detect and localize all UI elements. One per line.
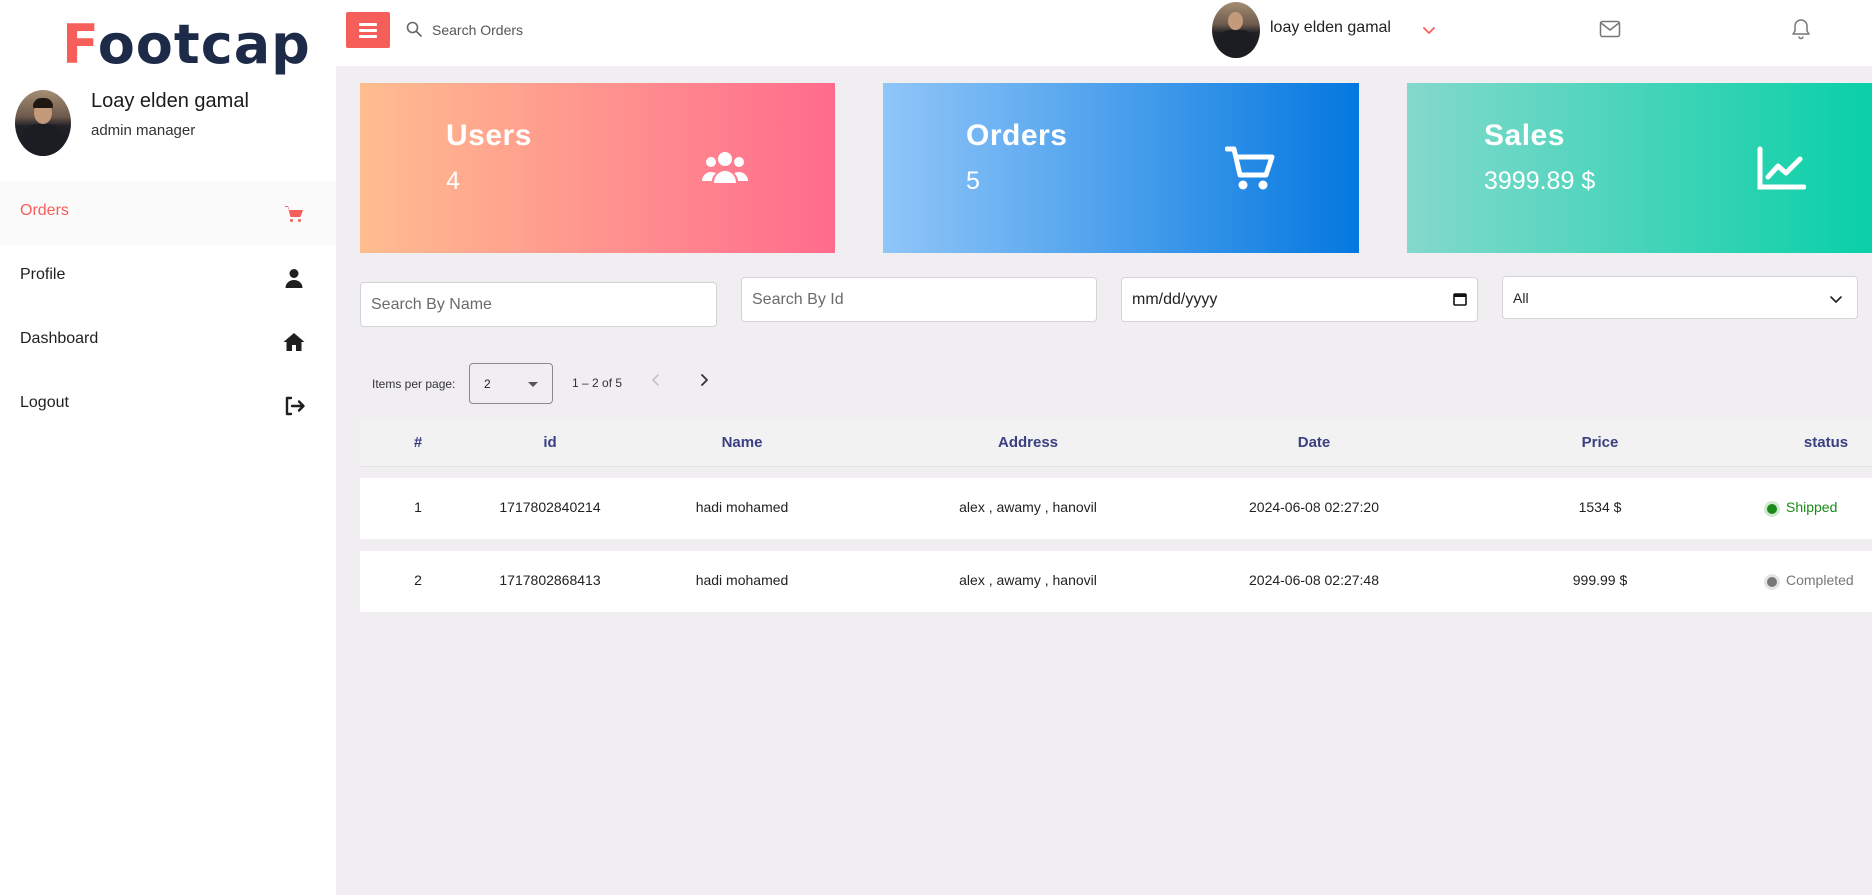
user-icon	[285, 269, 303, 288]
search-icon	[406, 21, 422, 37]
sidebar-nav: Orders Profile Dashboard Logout	[0, 182, 336, 438]
cell-address: alex , awamy , hanovil	[959, 499, 1097, 515]
brand-logo[interactable]: Footcap	[62, 14, 311, 76]
calendar-icon[interactable]	[1453, 292, 1467, 306]
cell-number: 1	[414, 499, 422, 515]
sidebar: Footcap Loay elden gamal admin manager O…	[0, 0, 336, 895]
dropdown-arrow-icon	[528, 382, 538, 387]
status-filter-value: All	[1513, 290, 1529, 306]
orders-table-header: # id Name Address Date Price status	[360, 419, 1872, 467]
sidebar-item-profile[interactable]: Profile	[0, 246, 336, 310]
logo-rest: ootcap	[97, 13, 311, 76]
avatar	[15, 90, 71, 156]
items-per-page-label: Items per page:	[372, 377, 456, 391]
column-header-status[interactable]: status	[1804, 434, 1848, 451]
page-size-value: 2	[484, 377, 491, 391]
sidebar-item-label: Profile	[20, 266, 66, 283]
sidebar-item-label: Dashboard	[20, 330, 99, 347]
cart-icon	[1225, 146, 1275, 190]
column-header-number[interactable]: #	[414, 434, 422, 451]
logo-first-letter: F	[62, 13, 98, 76]
column-header-price[interactable]: Price	[1582, 434, 1619, 451]
status-badge: Shipped	[1786, 499, 1838, 515]
date-placeholder: mm/dd/yyyy	[1132, 291, 1218, 308]
cell-address: alex , awamy , hanovil	[959, 572, 1097, 588]
table-row[interactable]: 1 1717802840214 hadi mohamed alex , awam…	[360, 478, 1872, 539]
cell-number: 2	[414, 572, 422, 588]
chart-line-icon	[1757, 146, 1806, 190]
column-header-id[interactable]: id	[543, 434, 556, 451]
chevron-down-icon[interactable]	[1421, 22, 1437, 38]
page-size-select[interactable]: 2	[469, 363, 553, 404]
cell-price: 1534 $	[1578, 499, 1622, 515]
chevron-down-icon	[1830, 296, 1842, 303]
cell-date: 2024-06-08 02:27:48	[1249, 572, 1379, 588]
users-icon	[702, 152, 748, 183]
sidebar-item-logout[interactable]: Logout	[0, 374, 336, 438]
stat-value: 4	[446, 167, 460, 195]
stat-value: 3999.89 $	[1484, 167, 1596, 195]
user-menu-name[interactable]: loay elden gamal	[1270, 19, 1391, 37]
cell-name: hadi mohamed	[695, 499, 789, 515]
cell-id: 1717802868413	[499, 572, 601, 588]
date-filter-input[interactable]: mm/dd/yyyy	[1121, 277, 1478, 322]
cell-date: 2024-06-08 02:27:20	[1249, 499, 1379, 515]
status-dot	[1767, 504, 1777, 514]
home-icon	[283, 333, 305, 351]
status-badge: Completed	[1786, 572, 1854, 588]
stat-card-users: Users 4	[360, 83, 835, 253]
mail-icon[interactable]	[1599, 20, 1621, 38]
profile-name: Loay elden gamal	[91, 90, 249, 112]
stat-title: Sales	[1484, 119, 1565, 152]
column-header-date[interactable]: Date	[1298, 434, 1331, 451]
cell-id: 1717802840214	[499, 499, 601, 515]
stat-title: Orders	[966, 119, 1068, 152]
stat-card-orders: Orders 5	[883, 83, 1359, 253]
search-by-id-input[interactable]	[741, 277, 1097, 322]
next-page-button[interactable]	[696, 372, 712, 388]
profile-role: admin manager	[91, 122, 196, 139]
menu-toggle-button[interactable]	[346, 12, 390, 48]
previous-page-button[interactable]	[648, 372, 664, 388]
stat-card-sales: Sales 3999.89 $	[1407, 83, 1872, 253]
table-row[interactable]: 2 1717802868413 hadi mohamed alex , awam…	[360, 551, 1872, 612]
sidebar-item-label: Logout	[20, 394, 69, 411]
sidebar-item-dashboard[interactable]: Dashboard	[0, 310, 336, 374]
avatar[interactable]	[1212, 2, 1260, 58]
profile-card: Loay elden gamal admin manager	[15, 90, 315, 160]
sidebar-item-orders[interactable]: Orders	[0, 182, 336, 246]
logout-icon	[285, 396, 305, 416]
page-range-label: 1 – 2 of 5	[572, 376, 623, 390]
search-by-name-input[interactable]	[360, 282, 717, 327]
sidebar-item-label: Orders	[20, 202, 69, 219]
top-bar: loay elden gamal	[336, 0, 1872, 66]
column-header-name[interactable]: Name	[722, 434, 763, 451]
status-filter-select[interactable]: All	[1502, 276, 1858, 319]
stat-title: Users	[446, 119, 532, 152]
cell-price: 999.99 $	[1572, 572, 1628, 588]
column-header-address[interactable]: Address	[998, 434, 1058, 451]
cart-icon	[285, 206, 303, 222]
search-input[interactable]	[432, 16, 732, 44]
bell-icon[interactable]	[1791, 18, 1811, 40]
stat-value: 5	[966, 167, 980, 195]
status-dot	[1767, 577, 1777, 587]
cell-name: hadi mohamed	[695, 572, 789, 588]
